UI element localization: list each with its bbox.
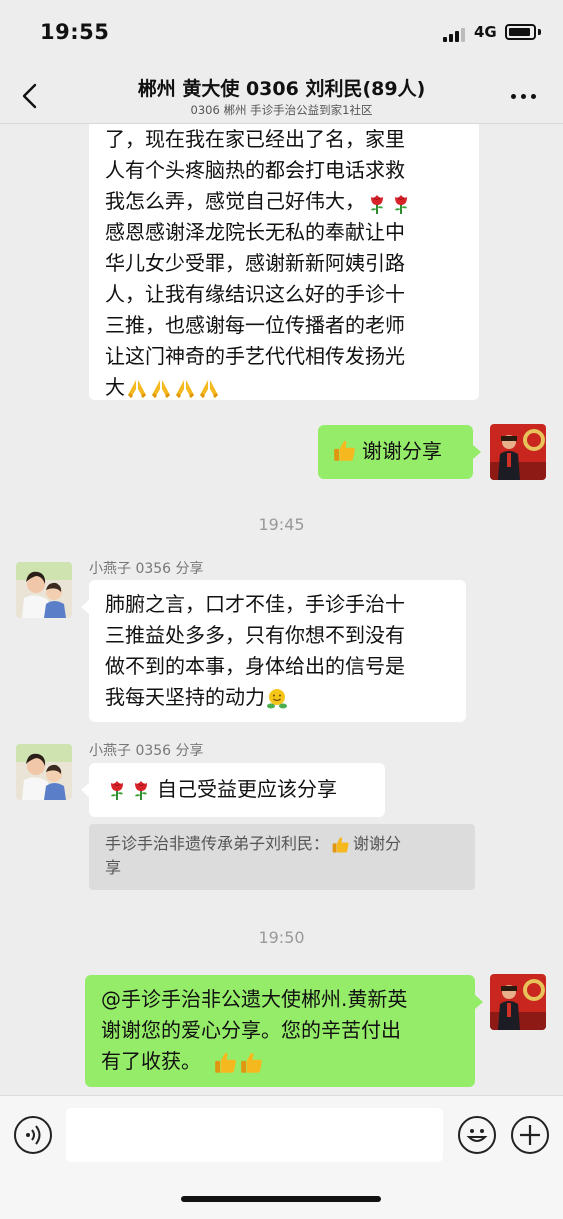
message-line: 华儿女少受罪，感谢新新阿姨引路	[105, 251, 405, 275]
folded-hands-emoji-icon	[149, 377, 173, 401]
sender-name: 小燕子 0356 分享	[89, 743, 204, 759]
message-line: 人有个头疼脑热的都会打电话求救	[105, 158, 405, 182]
quoted-message[interactable]: 手诊手治非遗传承弟子刘利民： 谢谢分 享	[89, 824, 475, 890]
thumbs-up-emoji-icon	[331, 835, 351, 855]
rose-emoji-icon	[105, 777, 129, 801]
sender-avatar[interactable]	[16, 562, 72, 618]
message-line: 让这门神奇的手艺代代相传发扬光	[105, 344, 405, 368]
message-line: 谢谢您的爱心分享。您的辛苦付出	[101, 1018, 401, 1042]
voice-input-button[interactable]	[14, 1116, 52, 1154]
chat-area[interactable]: 了，现在我在家已经出了名，家里 人有个头疼脑热的都会打电话求救 我怎么弄，感觉自…	[0, 124, 563, 1095]
status-bar: 19:55 4G	[0, 0, 563, 66]
emoji-button[interactable]	[458, 1116, 496, 1154]
avatar-image	[490, 424, 546, 480]
quote-text: 谢谢分	[353, 834, 402, 853]
avatar-image	[16, 744, 72, 800]
message-bubble-incoming[interactable]: 自己受益更应该分享	[89, 763, 385, 817]
chevron-left-icon	[22, 83, 37, 109]
message-text: 我每天坚持的动力	[105, 685, 265, 709]
battery-tip	[538, 29, 541, 35]
avatar-image	[490, 974, 546, 1030]
timestamp: 19:45	[258, 515, 305, 534]
sender-name: 小燕子 0356 分享	[89, 561, 204, 577]
message-line: 大	[105, 372, 463, 403]
message-bubble-outgoing[interactable]: 谢谢分享	[318, 425, 473, 479]
signal-icon	[443, 26, 467, 42]
message-line: 人，让我有缘结识这么好的手诊十	[105, 282, 405, 306]
message-line: 了，现在我在家已经出了名，家里	[105, 127, 405, 151]
bubble-tail	[81, 600, 89, 614]
message-line: 感恩感谢泽龙院长无私的奉献让中	[105, 220, 405, 244]
message-text: 谢谢分享	[362, 439, 442, 463]
message-bubble-incoming[interactable]: 了，现在我在家已经出了名，家里 人有个头疼脑热的都会打电话求救 我怎么弄，感觉自…	[89, 124, 479, 400]
home-indicator	[181, 1196, 381, 1202]
folded-hands-emoji-icon	[125, 377, 149, 401]
bubble-tail	[81, 783, 89, 797]
thumbs-up-emoji-icon	[239, 1050, 265, 1076]
my-avatar[interactable]	[490, 974, 546, 1030]
status-time: 19:55	[40, 20, 110, 44]
rose-emoji-icon	[389, 191, 413, 215]
timestamp: 19:50	[258, 928, 305, 947]
folded-hands-emoji-icon	[197, 377, 221, 401]
rose-emoji-icon	[129, 777, 153, 801]
message-line: 我每天坚持的动力	[105, 682, 450, 713]
message-input[interactable]	[66, 1108, 443, 1162]
network-type: 4G	[474, 23, 497, 41]
thumbs-up-emoji-icon	[332, 438, 358, 464]
message-text: 大	[105, 375, 125, 399]
message-line: 肺腑之言，口才不佳，手诊手治十	[105, 592, 405, 616]
message-line: @手诊手治非公遗大使郴州.黄新英	[101, 987, 408, 1011]
back-button[interactable]	[14, 80, 46, 112]
folded-hands-emoji-icon	[173, 377, 197, 401]
message-text: 有了收获。	[101, 1049, 201, 1073]
chat-subtitle: 0306 郴州 手诊手治公益到家1社区	[190, 103, 373, 117]
message-text: 我怎么弄，感觉自己好伟大，	[105, 189, 365, 213]
voice-icon	[26, 1125, 41, 1145]
message-line: 我怎么弄，感觉自己好伟大，	[105, 186, 463, 217]
message-line: 三推益处多多，只有你想不到没有	[105, 623, 405, 647]
message-bubble-outgoing[interactable]: @手诊手治非公遗大使郴州.黄新英 谢谢您的爱心分享。您的辛苦付出 有了收获。	[85, 975, 475, 1087]
rose-emoji-icon	[365, 191, 389, 215]
quote-line: 享	[105, 858, 122, 877]
hugging-face-emoji-icon	[265, 687, 289, 711]
battery-icon	[505, 24, 536, 40]
my-avatar[interactable]	[490, 424, 546, 480]
chat-title: 郴州 黄大使 0306 刘利民(89人)	[137, 78, 426, 100]
chat-header: 郴州 黄大使 0306 刘利民(89人) 0306 郴州 手诊手治公益到家1社区	[0, 66, 563, 124]
thumbs-up-emoji-icon	[213, 1050, 239, 1076]
bubble-tail	[473, 445, 481, 459]
more-options-button[interactable]	[504, 80, 544, 112]
bubble-tail	[475, 995, 483, 1009]
quote-author: 手诊手治非遗传承弟子刘利民：	[105, 834, 330, 853]
message-line: 有了收获。	[101, 1046, 459, 1077]
message-line: 做不到的本事，身体给出的信号是	[105, 654, 405, 678]
avatar-image	[16, 562, 72, 618]
message-text: 自己受益更应该分享	[157, 777, 337, 801]
smiley-icon	[466, 1129, 488, 1142]
more-functions-button[interactable]	[511, 1116, 549, 1154]
plus-icon	[520, 1125, 540, 1145]
sender-avatar[interactable]	[16, 744, 72, 800]
message-bubble-incoming[interactable]: 肺腑之言，口才不佳，手诊手治十 三推益处多多，只有你想不到没有 做不到的本事，身…	[89, 580, 466, 722]
message-line: 三推，也感谢每一位传播者的老师	[105, 313, 405, 337]
quote-line: 手诊手治非遗传承弟子刘利民： 谢谢分	[105, 832, 459, 856]
